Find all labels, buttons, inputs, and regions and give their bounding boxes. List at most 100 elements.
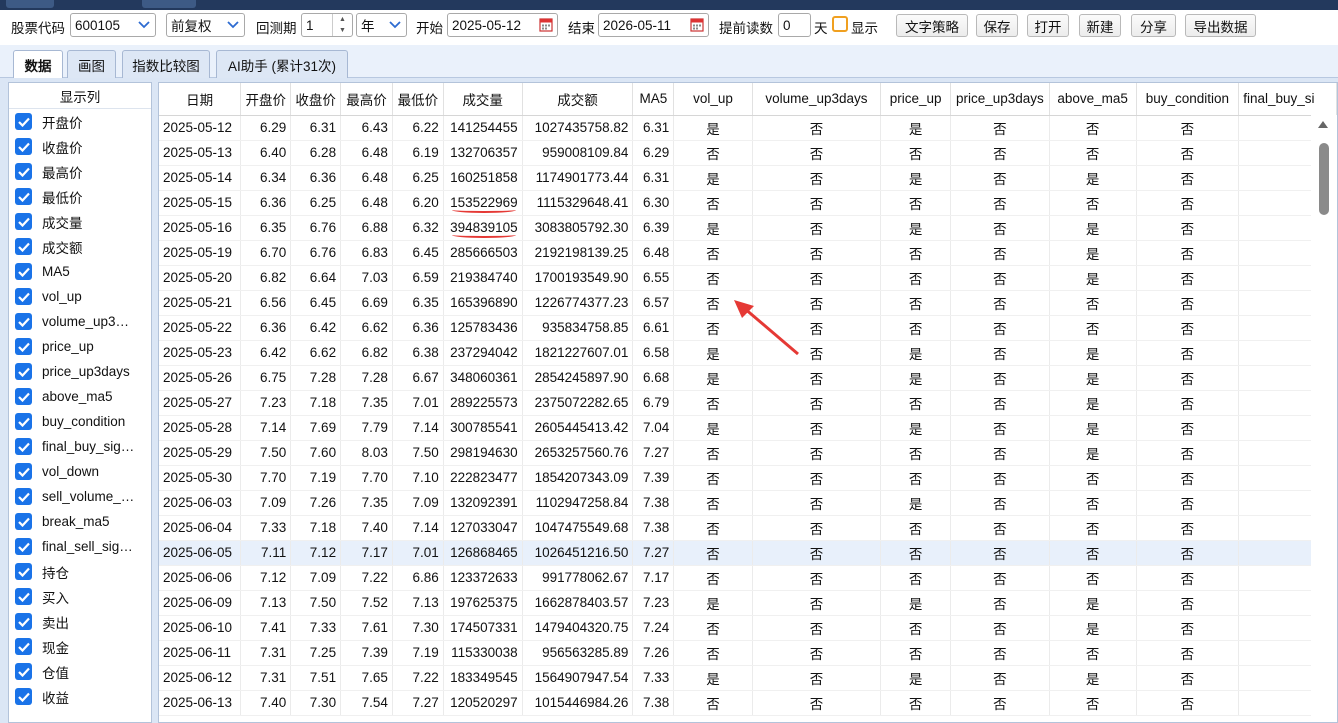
table-row[interactable]: 2025-06-10 7.41 7.33 7.61 7.30 174507331 14794…	[159, 615, 1337, 641]
table-row[interactable]: 2025-06-11 7.31 7.25 7.39 7.19 115330038 95656…	[159, 640, 1337, 666]
column-toggle-item[interactable]: final_buy_sig…	[9, 434, 151, 459]
export-data-button[interactable]: 导出数据	[1185, 14, 1256, 37]
table-row[interactable]: 2025-05-28 7.14 7.69 7.79 7.14 300785541 26054…	[159, 415, 1337, 441]
spinner-arrows-icon[interactable]: ▲ ▼	[332, 14, 352, 36]
column-toggle-item[interactable]: break_ma5	[9, 509, 151, 534]
column-header[interactable]: volume_up3days	[752, 83, 882, 116]
column-toggle-item[interactable]: 卖出	[9, 609, 151, 634]
checkbox-checked-icon[interactable]	[15, 488, 32, 505]
column-toggle-item[interactable]: final_sell_sig…	[9, 534, 151, 559]
column-toggle-item[interactable]: 开盘价	[9, 109, 151, 134]
checkbox-checked-icon[interactable]	[15, 363, 32, 380]
table-row[interactable]: 2025-05-16 6.35 6.76 6.88 6.32 394839105 30838…	[159, 215, 1337, 241]
column-toggle-item[interactable]: 收盘价	[9, 134, 151, 159]
column-header[interactable]: price_up3days	[950, 83, 1050, 116]
checkbox-checked-icon[interactable]	[15, 563, 32, 580]
top-strip-tab[interactable]	[6, 0, 54, 8]
table-row[interactable]: 2025-06-13 7.40 7.30 7.54 7.27 120520297 10154…	[159, 690, 1337, 716]
table-row[interactable]: 2025-06-06 7.12 7.09 7.22 6.86 123372633 99177…	[159, 565, 1337, 591]
column-header[interactable]: 成交额	[522, 83, 634, 116]
column-header[interactable]: 成交量	[443, 83, 523, 116]
calendar-icon[interactable]	[539, 17, 553, 32]
checkbox-checked-icon[interactable]	[15, 213, 32, 230]
vertical-scrollbar[interactable]	[1311, 115, 1337, 722]
adjust-select[interactable]: 前复权	[166, 13, 245, 37]
column-header[interactable]: 最高价	[340, 83, 393, 116]
column-toggle-item[interactable]: buy_condition	[9, 409, 151, 434]
table-row[interactable]: 2025-05-20 6.82 6.64 7.03 6.59 219384740 17001…	[159, 265, 1337, 291]
data-grid[interactable]: 日期 开盘价 收盘价 最高价 最低价 成交量 成交额 MA5 vol_up volume_up3d…	[158, 82, 1338, 723]
table-row[interactable]: 2025-06-03 7.09 7.26 7.35 7.09 132092391 11029…	[159, 490, 1337, 516]
scroll-thumb[interactable]	[1319, 143, 1329, 215]
scroll-up-icon[interactable]	[1318, 121, 1328, 128]
checkbox-checked-icon[interactable]	[15, 238, 32, 255]
open-button[interactable]: 打开	[1027, 14, 1069, 37]
text-strategy-button[interactable]: 文字策略	[896, 14, 968, 37]
end-date-input[interactable]: 2026-05-11	[598, 13, 709, 37]
checkbox-checked-icon[interactable]	[15, 163, 32, 180]
table-row[interactable]: 2025-05-27 7.23 7.18 7.35 7.01 289225573 23750…	[159, 390, 1337, 416]
checkbox-checked-icon[interactable]	[15, 263, 32, 280]
column-toggle-item[interactable]: 仓值	[9, 659, 151, 684]
column-toggle-item[interactable]: vol_up	[9, 284, 151, 309]
column-toggle-item[interactable]: 买入	[9, 584, 151, 609]
share-button[interactable]: 分享	[1131, 14, 1176, 37]
checkbox-checked-icon[interactable]	[15, 688, 32, 705]
checkbox-checked-icon[interactable]	[15, 513, 32, 530]
checkbox-checked-icon[interactable]	[15, 538, 32, 555]
table-row[interactable]: 2025-06-09 7.13 7.50 7.52 7.13 197625375 16628…	[159, 590, 1337, 616]
column-toggle-item[interactable]: price_up	[9, 334, 151, 359]
column-header[interactable]: final_buy_si	[1238, 83, 1337, 116]
column-header[interactable]: 开盘价	[240, 83, 292, 116]
column-toggle-item[interactable]: 收益	[9, 684, 151, 709]
tab-data[interactable]: 数据	[13, 50, 63, 79]
save-button[interactable]: 保存	[976, 14, 1018, 37]
tab-draw[interactable]: 画图	[67, 50, 116, 78]
column-toggle-item[interactable]: 现金	[9, 634, 151, 659]
table-row[interactable]: 2025-06-05 7.11 7.12 7.17 7.01 126868465 10264…	[159, 540, 1337, 566]
table-row[interactable]: 2025-05-15 6.36 6.25 6.48 6.20 153522969 11153…	[159, 190, 1337, 216]
table-row[interactable]: 2025-05-12 6.29 6.31 6.43 6.22 141254455 10274…	[159, 115, 1337, 141]
top-strip-tab[interactable]	[142, 0, 196, 8]
checkbox-checked-icon[interactable]	[15, 188, 32, 205]
checkbox-checked-icon[interactable]	[15, 613, 32, 630]
new-button[interactable]: 新建	[1079, 14, 1121, 37]
column-header[interactable]: MA5	[632, 83, 675, 116]
period-unit-select[interactable]: 年	[356, 13, 407, 37]
table-row[interactable]: 2025-06-04 7.33 7.18 7.40 7.14 127033047 10474…	[159, 515, 1337, 541]
period-number-spinner[interactable]: 1 ▲ ▼	[301, 13, 353, 37]
table-row[interactable]: 2025-05-19 6.70 6.76 6.83 6.45 285666503 21921…	[159, 240, 1337, 266]
column-toggle-item[interactable]: 最低价	[9, 184, 151, 209]
table-row[interactable]: 2025-06-12 7.31 7.51 7.65 7.22 183349545 15649…	[159, 665, 1337, 691]
column-toggle-item[interactable]: sell_volume_…	[9, 484, 151, 509]
table-row[interactable]: 2025-05-29 7.50 7.60 8.03 7.50 298194630 26532…	[159, 440, 1337, 466]
column-header[interactable]: buy_condition	[1136, 83, 1240, 116]
start-date-input[interactable]: 2025-05-12	[447, 13, 558, 37]
checkbox-checked-icon[interactable]	[15, 663, 32, 680]
column-header[interactable]: 最低价	[392, 83, 444, 116]
column-header[interactable]: above_ma5	[1049, 83, 1137, 116]
column-toggle-item[interactable]: 成交量	[9, 209, 151, 234]
calendar-icon[interactable]	[690, 17, 704, 32]
column-toggle-item[interactable]: above_ma5	[9, 384, 151, 409]
column-header[interactable]: price_up	[880, 83, 951, 116]
tab-ai-assistant[interactable]: AI助手 (累计31次)	[216, 50, 348, 78]
column-header[interactable]: 日期	[159, 83, 242, 116]
checkbox-checked-icon[interactable]	[15, 313, 32, 330]
tab-index-compare[interactable]: 指数比较图	[122, 50, 210, 78]
table-row[interactable]: 2025-05-26 6.75 7.28 7.28 6.67 348060361 28542…	[159, 365, 1337, 391]
column-toggle-item[interactable]: price_up3days	[9, 359, 151, 384]
checkbox-checked-icon[interactable]	[15, 463, 32, 480]
checkbox-checked-icon[interactable]	[15, 288, 32, 305]
column-toggle-item[interactable]: vol_down	[9, 459, 151, 484]
column-toggle-item[interactable]: MA5	[9, 259, 151, 284]
table-row[interactable]: 2025-05-13 6.40 6.28 6.48 6.19 132706357 95900…	[159, 140, 1337, 166]
show-checkbox[interactable]	[832, 16, 848, 32]
checkbox-checked-icon[interactable]	[15, 388, 32, 405]
column-header[interactable]: vol_up	[673, 83, 753, 116]
preread-input[interactable]: 0	[778, 13, 811, 37]
checkbox-checked-icon[interactable]	[15, 413, 32, 430]
table-row[interactable]: 2025-05-14 6.34 6.36 6.48 6.25 160251858 11749…	[159, 165, 1337, 191]
checkbox-checked-icon[interactable]	[15, 638, 32, 655]
column-toggle-item[interactable]: 持仓	[9, 559, 151, 584]
